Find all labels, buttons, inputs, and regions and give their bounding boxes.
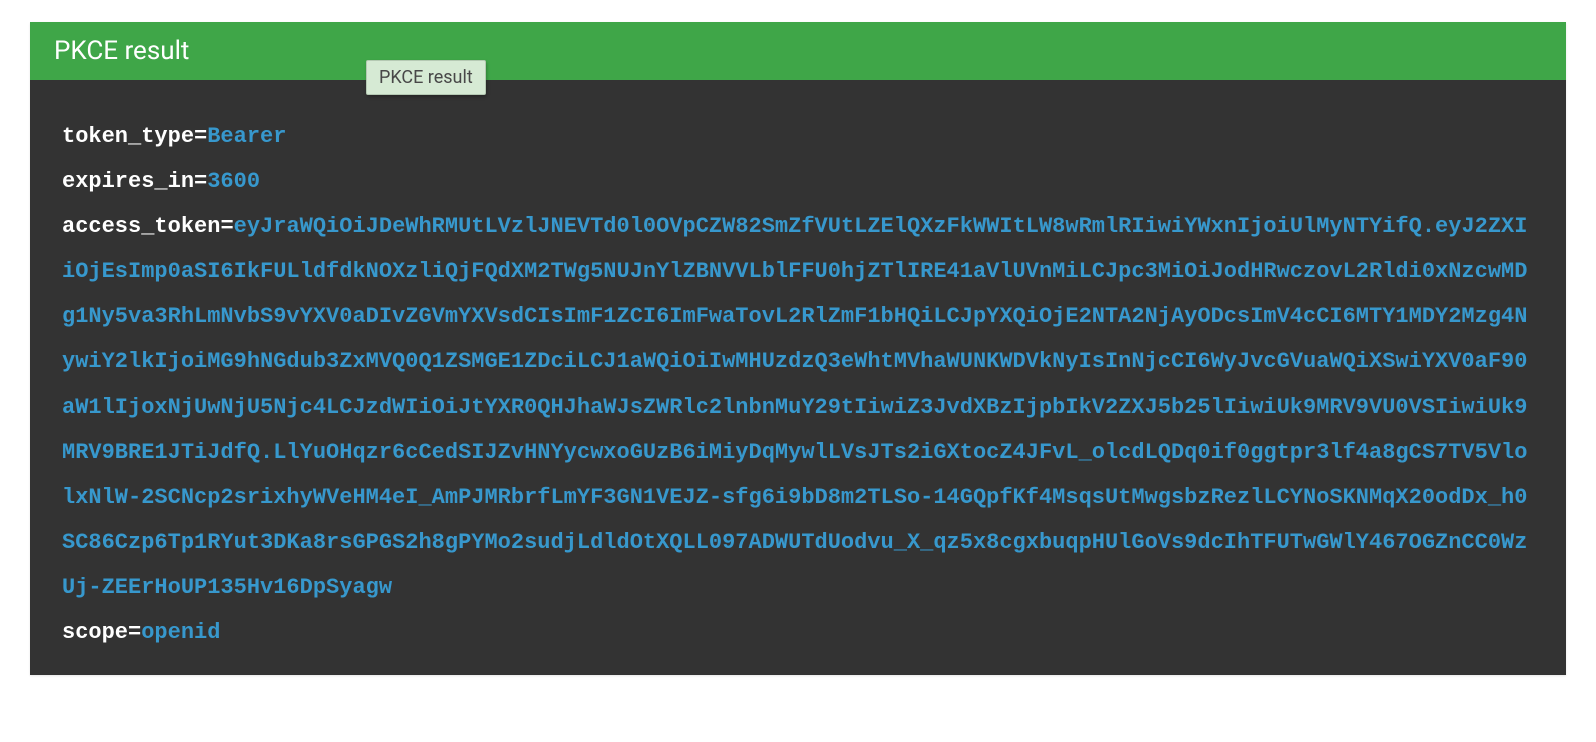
panel-header: PKCE result PKCE result bbox=[30, 22, 1566, 80]
result-value: 3600 bbox=[207, 169, 260, 194]
equals-sign: = bbox=[194, 169, 207, 194]
result-value: Bearer bbox=[207, 124, 286, 149]
result-key: access_token bbox=[62, 214, 220, 239]
result-value: openid bbox=[141, 620, 220, 645]
result-key: scope bbox=[62, 620, 128, 645]
panel-title: PKCE result bbox=[54, 36, 189, 66]
result-value: eyJraWQiOiJDeWhRMUtLVzlJNEVTd0l0OVpCZW82… bbox=[62, 214, 1527, 600]
pkce-result-panel: PKCE result PKCE result token_type=Beare… bbox=[30, 22, 1566, 675]
result-key: token_type bbox=[62, 124, 194, 149]
result-key: expires_in bbox=[62, 169, 194, 194]
equals-sign: = bbox=[220, 214, 233, 239]
kv-line: token_type=Bearer bbox=[62, 114, 1534, 159]
equals-sign: = bbox=[194, 124, 207, 149]
tooltip: PKCE result bbox=[366, 60, 486, 95]
kv-line: scope=openid bbox=[62, 610, 1534, 655]
panel-body: token_type=Bearer expires_in=3600 access… bbox=[30, 80, 1566, 675]
kv-line: access_token=eyJraWQiOiJDeWhRMUtLVzlJNEV… bbox=[62, 204, 1534, 610]
equals-sign: = bbox=[128, 620, 141, 645]
tooltip-text: PKCE result bbox=[379, 67, 473, 88]
kv-line: expires_in=3600 bbox=[62, 159, 1534, 204]
